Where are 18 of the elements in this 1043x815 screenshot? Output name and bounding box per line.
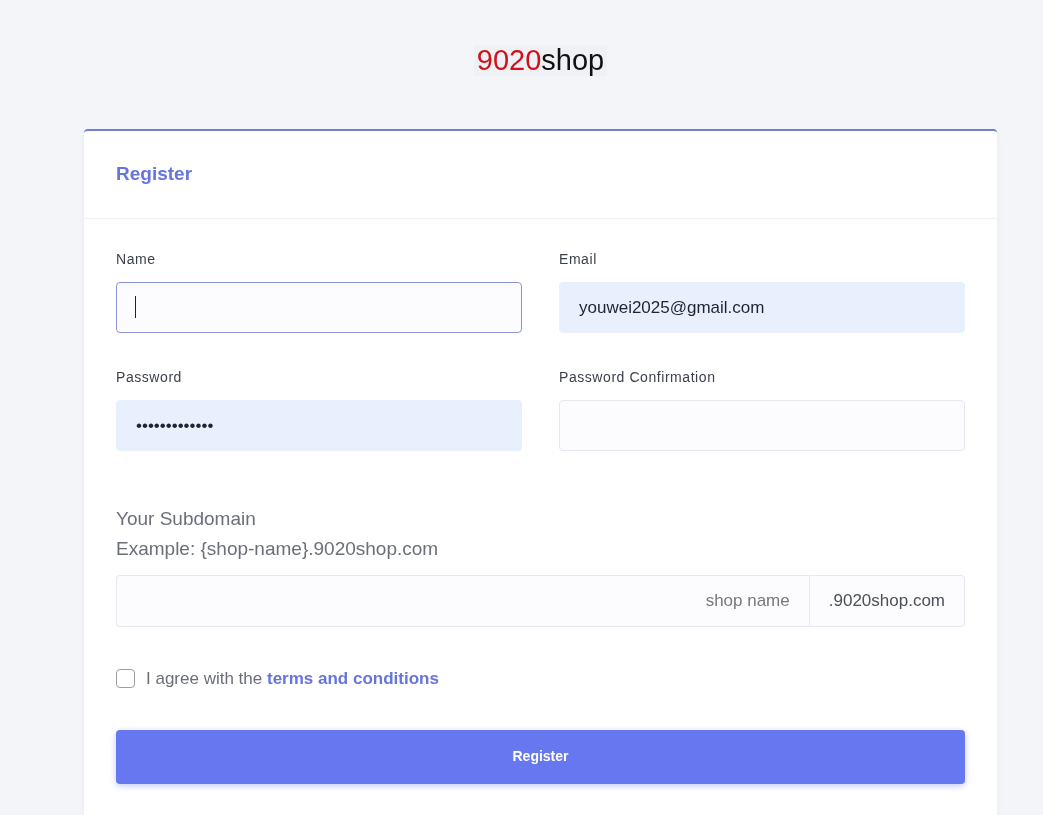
subdomain-example: Example: {shop-name}.9020shop.com <box>116 537 439 561</box>
field-label: Password <box>116 368 182 386</box>
register-button[interactable]: Register <box>116 729 965 784</box>
subdomain-heading: Your Subdomain <box>116 507 256 531</box>
text-cursor-icon <box>135 296 136 318</box>
input-field[interactable] <box>116 282 522 333</box>
subdomain-input[interactable]: shop name <box>116 575 809 627</box>
card-title: Register <box>116 162 193 187</box>
terms-link[interactable]: terms and conditions <box>267 669 439 688</box>
field-label: Name <box>116 250 156 268</box>
shop-logo[interactable]: 9020shop <box>473 45 608 76</box>
input-field[interactable]: youwei2025@gmail.com <box>559 282 965 333</box>
agree-text: I agree with the terms and conditions <box>146 668 439 690</box>
input-field[interactable]: ••••••••••••• <box>116 400 522 451</box>
domain-suffix: .9020shop.com <box>808 575 965 627</box>
field-label: Email <box>559 250 597 268</box>
field-label: Password Confirmation <box>559 368 716 386</box>
checkbox[interactable] <box>116 669 135 689</box>
